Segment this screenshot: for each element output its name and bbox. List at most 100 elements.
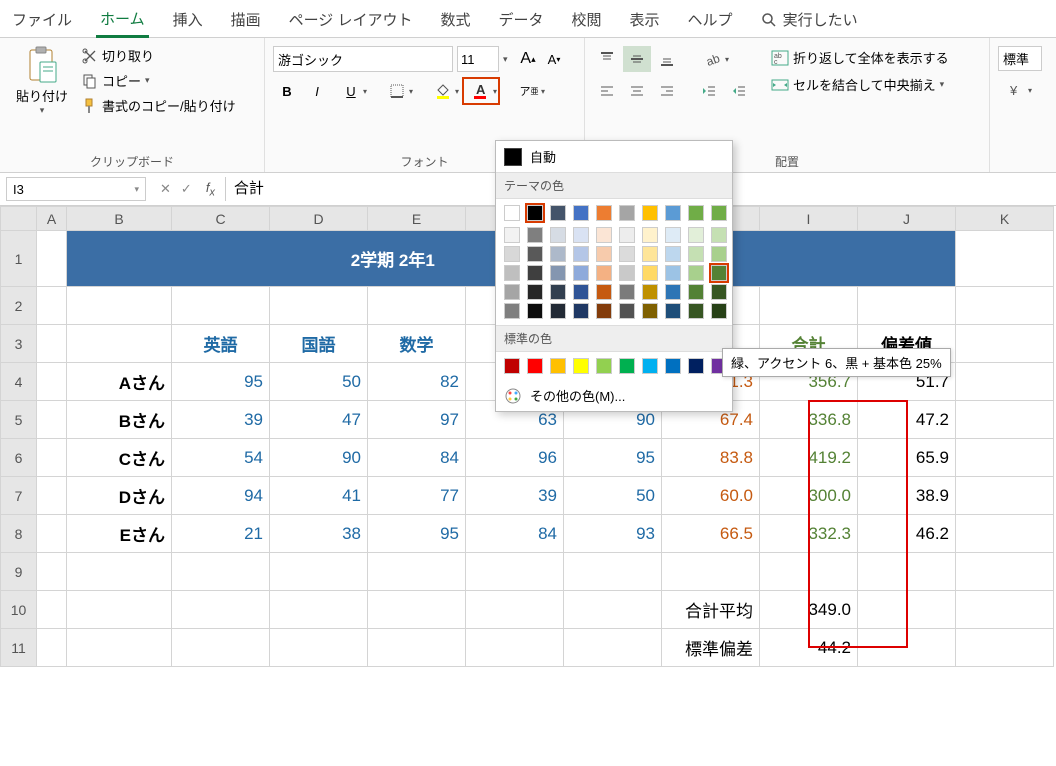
color-swatch[interactable] <box>596 227 612 243</box>
cell[interactable] <box>172 287 270 325</box>
color-swatch[interactable] <box>596 205 612 221</box>
cell[interactable]: 84 <box>466 515 564 553</box>
col-head-I[interactable]: I <box>760 207 858 231</box>
font-color-button[interactable]: A <box>463 78 499 104</box>
cell[interactable]: 47 <box>270 401 368 439</box>
tab-draw[interactable]: 描画 <box>227 1 265 36</box>
color-swatch[interactable] <box>596 303 612 319</box>
color-swatch[interactable] <box>619 205 635 221</box>
accounting-format-button[interactable]: ¥ <box>998 77 1034 103</box>
cell[interactable] <box>67 629 172 667</box>
align-right-button[interactable] <box>653 78 681 104</box>
cell[interactable] <box>172 553 270 591</box>
summary-std-value[interactable]: 44.2 <box>760 629 858 667</box>
cell[interactable] <box>760 287 858 325</box>
color-swatch[interactable] <box>711 265 727 281</box>
cell[interactable] <box>37 629 67 667</box>
color-swatch[interactable] <box>711 227 727 243</box>
color-swatch[interactable] <box>550 284 566 300</box>
increase-indent-button[interactable] <box>725 78 753 104</box>
cell[interactable] <box>564 629 662 667</box>
color-swatch[interactable] <box>665 303 681 319</box>
cell[interactable] <box>37 363 67 401</box>
color-swatch[interactable] <box>504 246 520 262</box>
italic-button[interactable]: I <box>303 78 331 104</box>
cell[interactable]: 50 <box>564 477 662 515</box>
cell[interactable] <box>956 231 1054 287</box>
cell[interactable]: 82 <box>368 363 466 401</box>
color-swatch[interactable] <box>504 265 520 281</box>
cancel-formula-button[interactable]: ✕ <box>160 181 171 197</box>
tab-file[interactable]: ファイル <box>8 1 76 36</box>
cell[interactable] <box>662 553 760 591</box>
cell[interactable]: 97 <box>368 401 466 439</box>
cell[interactable] <box>956 591 1054 629</box>
color-swatch[interactable] <box>711 246 727 262</box>
cell[interactable] <box>37 553 67 591</box>
color-swatch[interactable] <box>527 205 543 221</box>
name-box[interactable]: I3 ▾ <box>6 177 146 201</box>
color-swatch[interactable] <box>642 358 658 374</box>
cell[interactable]: 41 <box>270 477 368 515</box>
cell[interactable] <box>956 401 1054 439</box>
tab-page-layout[interactable]: ページ レイアウト <box>285 1 417 36</box>
tab-help[interactable]: ヘルプ <box>684 1 737 36</box>
enter-formula-button[interactable]: ✓ <box>181 181 192 197</box>
cell[interactable]: 50 <box>270 363 368 401</box>
row-head-8[interactable]: 8 <box>1 515 37 553</box>
student-name[interactable]: Bさん <box>67 401 172 439</box>
color-swatch[interactable] <box>688 265 704 281</box>
color-swatch[interactable] <box>573 227 589 243</box>
color-swatch[interactable] <box>504 358 520 374</box>
color-swatch[interactable] <box>665 265 681 281</box>
summary-avg-value[interactable]: 349.0 <box>760 591 858 629</box>
color-swatch[interactable] <box>527 227 543 243</box>
cell[interactable]: 419.2 <box>760 439 858 477</box>
color-swatch[interactable] <box>688 205 704 221</box>
summary-std-label[interactable]: 標準偏差 <box>662 629 760 667</box>
cell[interactable]: 46.2 <box>858 515 956 553</box>
cell[interactable] <box>466 591 564 629</box>
color-swatch[interactable] <box>665 246 681 262</box>
color-swatch[interactable] <box>573 284 589 300</box>
tab-home[interactable]: ホーム <box>96 0 149 38</box>
tab-data[interactable]: データ <box>495 1 548 36</box>
tab-formulas[interactable]: 数式 <box>436 1 474 36</box>
color-swatch[interactable] <box>596 265 612 281</box>
cell[interactable]: 93 <box>564 515 662 553</box>
font-size-select[interactable] <box>457 46 499 72</box>
cell[interactable] <box>37 515 67 553</box>
border-button[interactable] <box>379 78 415 104</box>
header-subj3[interactable]: 数学 <box>368 325 466 363</box>
cell[interactable] <box>858 287 956 325</box>
align-top-button[interactable] <box>593 46 621 72</box>
cell[interactable]: 39 <box>466 477 564 515</box>
color-swatch[interactable] <box>504 284 520 300</box>
cell[interactable] <box>858 629 956 667</box>
row-head-9[interactable]: 9 <box>1 553 37 591</box>
color-swatch[interactable] <box>527 284 543 300</box>
color-swatch[interactable] <box>642 227 658 243</box>
color-swatch[interactable] <box>688 246 704 262</box>
cell[interactable]: 95 <box>172 363 270 401</box>
color-swatch[interactable] <box>527 303 543 319</box>
color-swatch[interactable] <box>573 246 589 262</box>
cell[interactable]: 94 <box>172 477 270 515</box>
color-swatch[interactable] <box>573 265 589 281</box>
summary-avg-label[interactable]: 合計平均 <box>662 591 760 629</box>
color-swatch[interactable] <box>665 227 681 243</box>
increase-font-button[interactable]: A▴ <box>517 48 539 70</box>
cell[interactable]: 332.3 <box>760 515 858 553</box>
color-auto-button[interactable]: 自動 <box>496 141 732 172</box>
cell[interactable] <box>956 629 1054 667</box>
cell[interactable] <box>67 591 172 629</box>
cell[interactable] <box>37 591 67 629</box>
color-swatch[interactable] <box>573 205 589 221</box>
color-swatch[interactable] <box>642 265 658 281</box>
cell[interactable]: 38 <box>270 515 368 553</box>
color-swatch[interactable] <box>550 205 566 221</box>
color-swatch[interactable] <box>504 205 520 221</box>
phonetic-button[interactable]: ア亜 <box>511 78 547 104</box>
color-swatch[interactable] <box>665 358 681 374</box>
color-swatch[interactable] <box>642 246 658 262</box>
